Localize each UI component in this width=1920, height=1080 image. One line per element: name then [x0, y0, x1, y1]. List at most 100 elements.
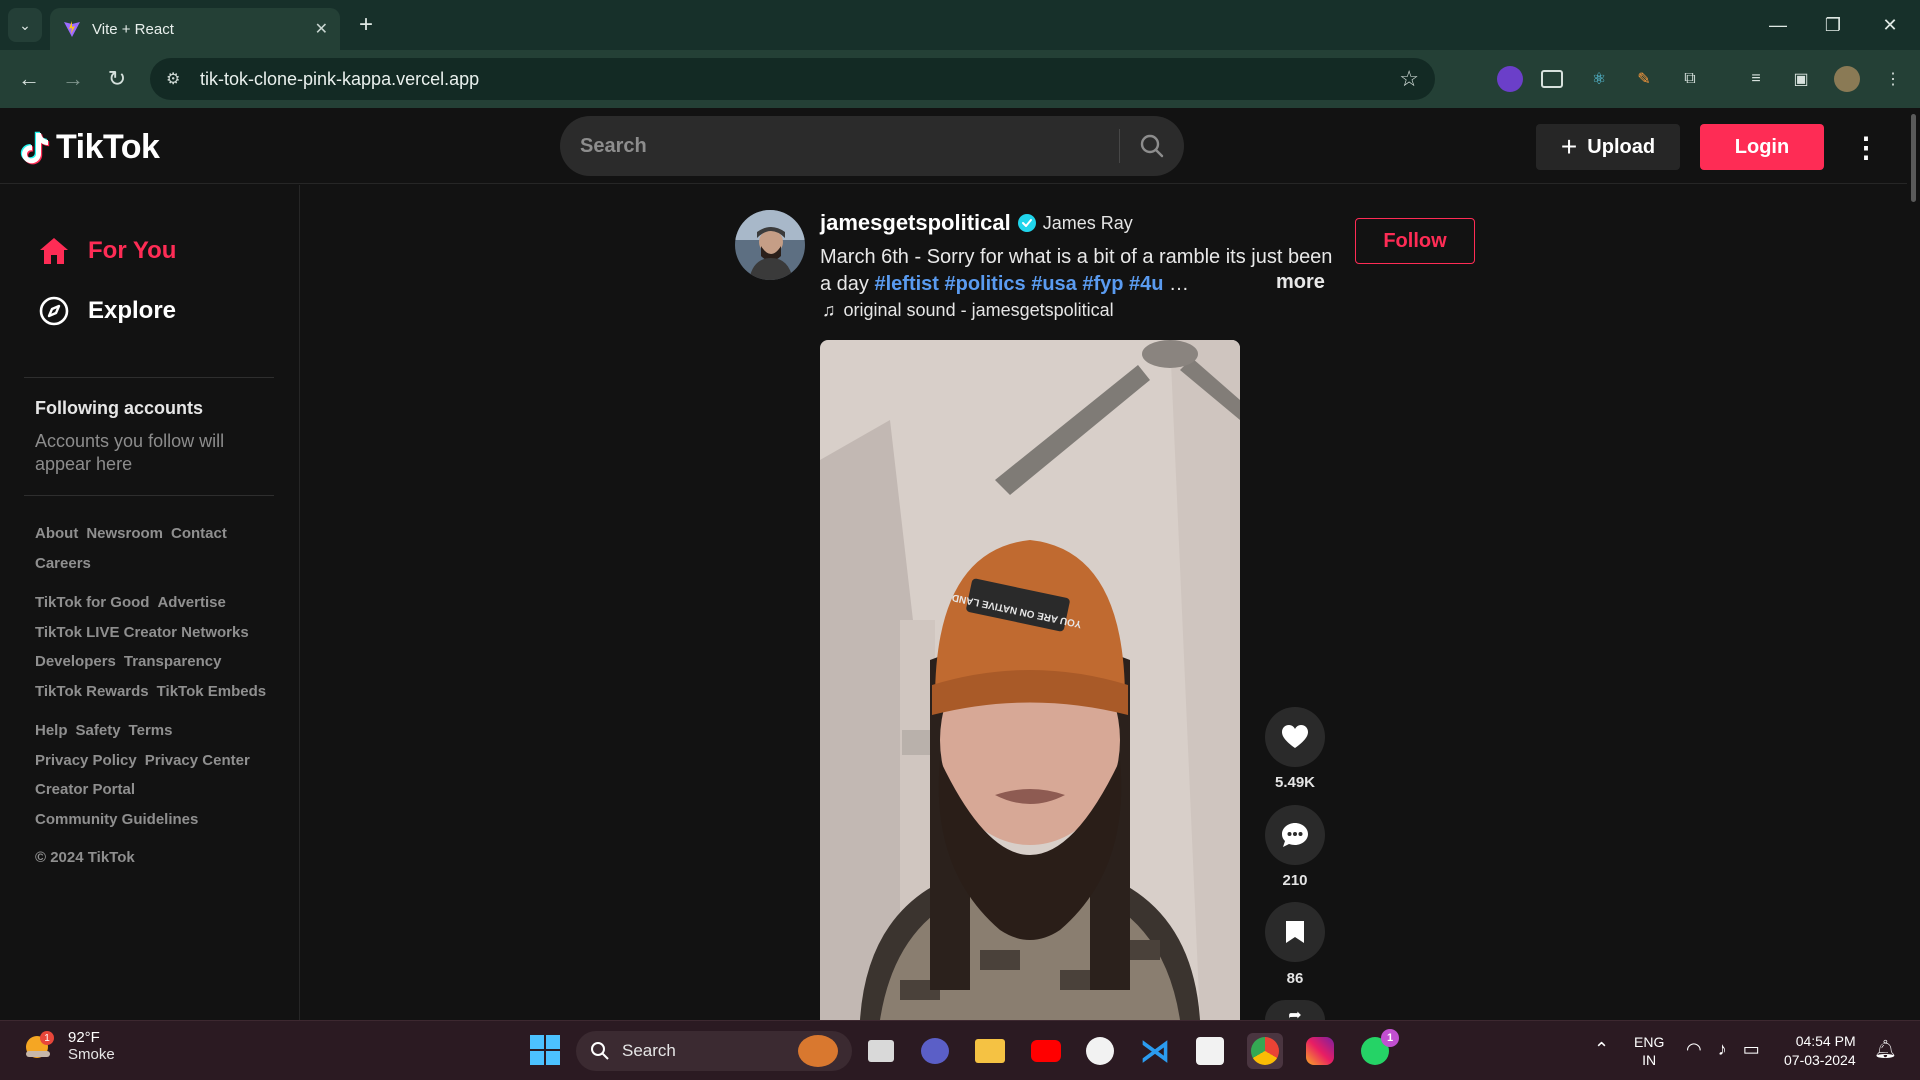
taskbar-search[interactable]: Search [576, 1031, 852, 1071]
minimize-button[interactable]: — [1758, 10, 1798, 40]
footer-links-row: Developers Transparency [35, 653, 221, 670]
author-username-row: jamesgetspolitical James Ray [820, 210, 1133, 236]
copyright: © 2024 TikTok [35, 849, 135, 866]
bookmark-star-icon[interactable]: ☆ [1399, 66, 1419, 92]
browser-toolbar: ← → ↻ ⚙ tik-tok-clone-pink-kappa.vercel.… [0, 50, 1920, 108]
tab-search-button[interactable]: ⌄ [8, 8, 42, 42]
picture-in-picture-icon[interactable] [1541, 70, 1563, 88]
comment-button[interactable] [1265, 805, 1325, 865]
browser-tab[interactable]: Vite + React ✕ [50, 8, 340, 50]
browser-menu-icon[interactable]: ⋮ [1880, 66, 1906, 92]
nav-explore[interactable]: Explore [38, 295, 176, 327]
vscode-icon[interactable]: ⋊ [1137, 1033, 1173, 1069]
footer-link[interactable]: Developers [35, 653, 116, 670]
comment-count: 210 [1282, 872, 1308, 889]
footer-link[interactable]: Creator Portal [35, 781, 135, 798]
side-panel-icon[interactable]: ▣ [1788, 66, 1814, 92]
chrome-icon[interactable] [1247, 1033, 1283, 1069]
windows-start-icon[interactable] [527, 1032, 563, 1068]
restore-button[interactable]: ❐ [1813, 10, 1853, 40]
more-options-icon[interactable]: ⋮ [1852, 128, 1880, 168]
weather-widget[interactable]: 1 92°F Smoke [22, 1029, 115, 1063]
video-player[interactable]: YOU ARE ON NATIVE LAND [820, 340, 1240, 1020]
youtube-icon[interactable] [1028, 1033, 1064, 1069]
instagram-icon[interactable] [1302, 1033, 1338, 1069]
notification-bell-icon[interactable]: 🔔︎ [1874, 1039, 1897, 1060]
clock[interactable]: 04:54 PM 07-03-2024 [1784, 1032, 1856, 1070]
caption-hashtags[interactable]: #leftist #politics #usa #fyp #4u [874, 273, 1163, 295]
react-devtools-icon[interactable]: ⚛ [1586, 66, 1612, 92]
upload-button[interactable]: + Upload [1536, 124, 1680, 170]
whatsapp-icon[interactable]: 1 [1357, 1029, 1399, 1069]
footer-link[interactable]: Newsroom [86, 525, 163, 542]
bookmark-button[interactable] [1265, 902, 1325, 962]
author-display-name: James Ray [1042, 212, 1133, 233]
url-text[interactable]: tik-tok-clone-pink-kappa.vercel.app [200, 69, 1399, 90]
pen-extension-icon[interactable]: ✎ [1631, 66, 1657, 92]
footer-link[interactable]: Community Guidelines [35, 811, 198, 828]
footer-link[interactable]: TikTok LIVE Creator Networks [35, 624, 249, 641]
tray-chevron-up-icon[interactable]: ⌃ [1594, 1039, 1609, 1060]
page-scrollbar[interactable] [1907, 108, 1920, 1020]
search-button[interactable] [1120, 116, 1184, 176]
follow-button[interactable]: Follow [1355, 218, 1475, 264]
reading-list-icon[interactable]: ≡ [1743, 66, 1769, 92]
language-indicator[interactable]: ENG IN [1634, 1033, 1664, 1069]
footer-link[interactable]: Contact [171, 525, 227, 542]
extensions-puzzle-icon[interactable]: ⧉ [1677, 66, 1703, 92]
back-arrow-icon[interactable]: ← [14, 64, 44, 94]
footer-link[interactable]: TikTok for Good [35, 594, 149, 611]
logo-text: TikTok [56, 128, 160, 166]
volume-icon[interactable]: ♪ [1718, 1039, 1727, 1060]
teams-meet-icon[interactable] [917, 1033, 953, 1069]
caption-more-button[interactable]: more [1276, 271, 1325, 294]
extension-purple-icon[interactable] [1497, 66, 1523, 92]
video-frame: YOU ARE ON NATIVE LAND [820, 340, 1240, 1020]
author-username[interactable]: jamesgetspolitical [820, 210, 1011, 236]
nav-explore-label: Explore [88, 297, 177, 324]
tab-close-icon[interactable]: ✕ [315, 19, 328, 39]
sidebar-divider [24, 495, 274, 496]
footer-link[interactable]: Advertise [157, 594, 225, 611]
new-tab-button[interactable]: + [352, 12, 380, 40]
task-view-icon[interactable] [863, 1033, 899, 1069]
file-explorer-icon[interactable] [972, 1033, 1008, 1069]
footer-link[interactable]: Transparency [124, 653, 222, 670]
like-button[interactable] [1265, 707, 1325, 767]
verified-badge-icon [1017, 214, 1036, 232]
taskbar-search-label: Search [622, 1041, 676, 1060]
footer-link[interactable]: Careers [35, 555, 91, 572]
post-sound[interactable]: ♫ original sound - jamesgetspolitical [822, 300, 1114, 321]
store-icon[interactable] [1192, 1033, 1228, 1069]
author-avatar[interactable] [735, 210, 805, 280]
reload-icon[interactable]: ↻ [102, 64, 132, 94]
nav-for-you[interactable]: For You [38, 235, 176, 267]
site-info-icon[interactable]: ⚙ [166, 69, 186, 89]
whatsapp-badge: 1 [1381, 1029, 1399, 1047]
footer-link[interactable]: Terms [129, 722, 173, 739]
footer-link[interactable]: TikTok Embeds [157, 683, 266, 700]
footer-link[interactable]: About [35, 525, 78, 542]
share-button[interactable]: ➦ [1265, 1000, 1325, 1024]
clock-time: 04:54 PM [1795, 1033, 1856, 1049]
close-window-button[interactable]: ✕ [1870, 10, 1910, 40]
address-bar[interactable]: ⚙ tik-tok-clone-pink-kappa.vercel.app ☆ [150, 58, 1435, 100]
post-caption: March 6th - Sorry for what is a bit of a… [820, 244, 1340, 298]
weather-temp: 92°F [68, 1029, 100, 1046]
footer-link[interactable]: Privacy Policy [35, 752, 137, 769]
forward-arrow-icon[interactable]: → [58, 64, 88, 94]
tiktok-logo[interactable]: TikTok [20, 128, 160, 167]
sidebar-divider [24, 377, 274, 378]
footer-link[interactable]: Safety [76, 722, 121, 739]
profile-avatar[interactable] [1834, 66, 1860, 92]
login-button[interactable]: Login [1700, 124, 1824, 170]
search-input[interactable] [560, 116, 1119, 176]
following-accounts-title: Following accounts [35, 398, 204, 418]
footer-link[interactable]: Help [35, 722, 68, 739]
scrollbar-thumb[interactable] [1911, 114, 1916, 202]
footer-link[interactable]: TikTok Rewards [35, 683, 149, 700]
wifi-icon[interactable]: ◠ [1686, 1039, 1702, 1060]
app-round-icon[interactable] [1082, 1033, 1118, 1069]
battery-icon[interactable]: ▭ [1743, 1039, 1760, 1060]
footer-link[interactable]: Privacy Center [145, 752, 250, 769]
